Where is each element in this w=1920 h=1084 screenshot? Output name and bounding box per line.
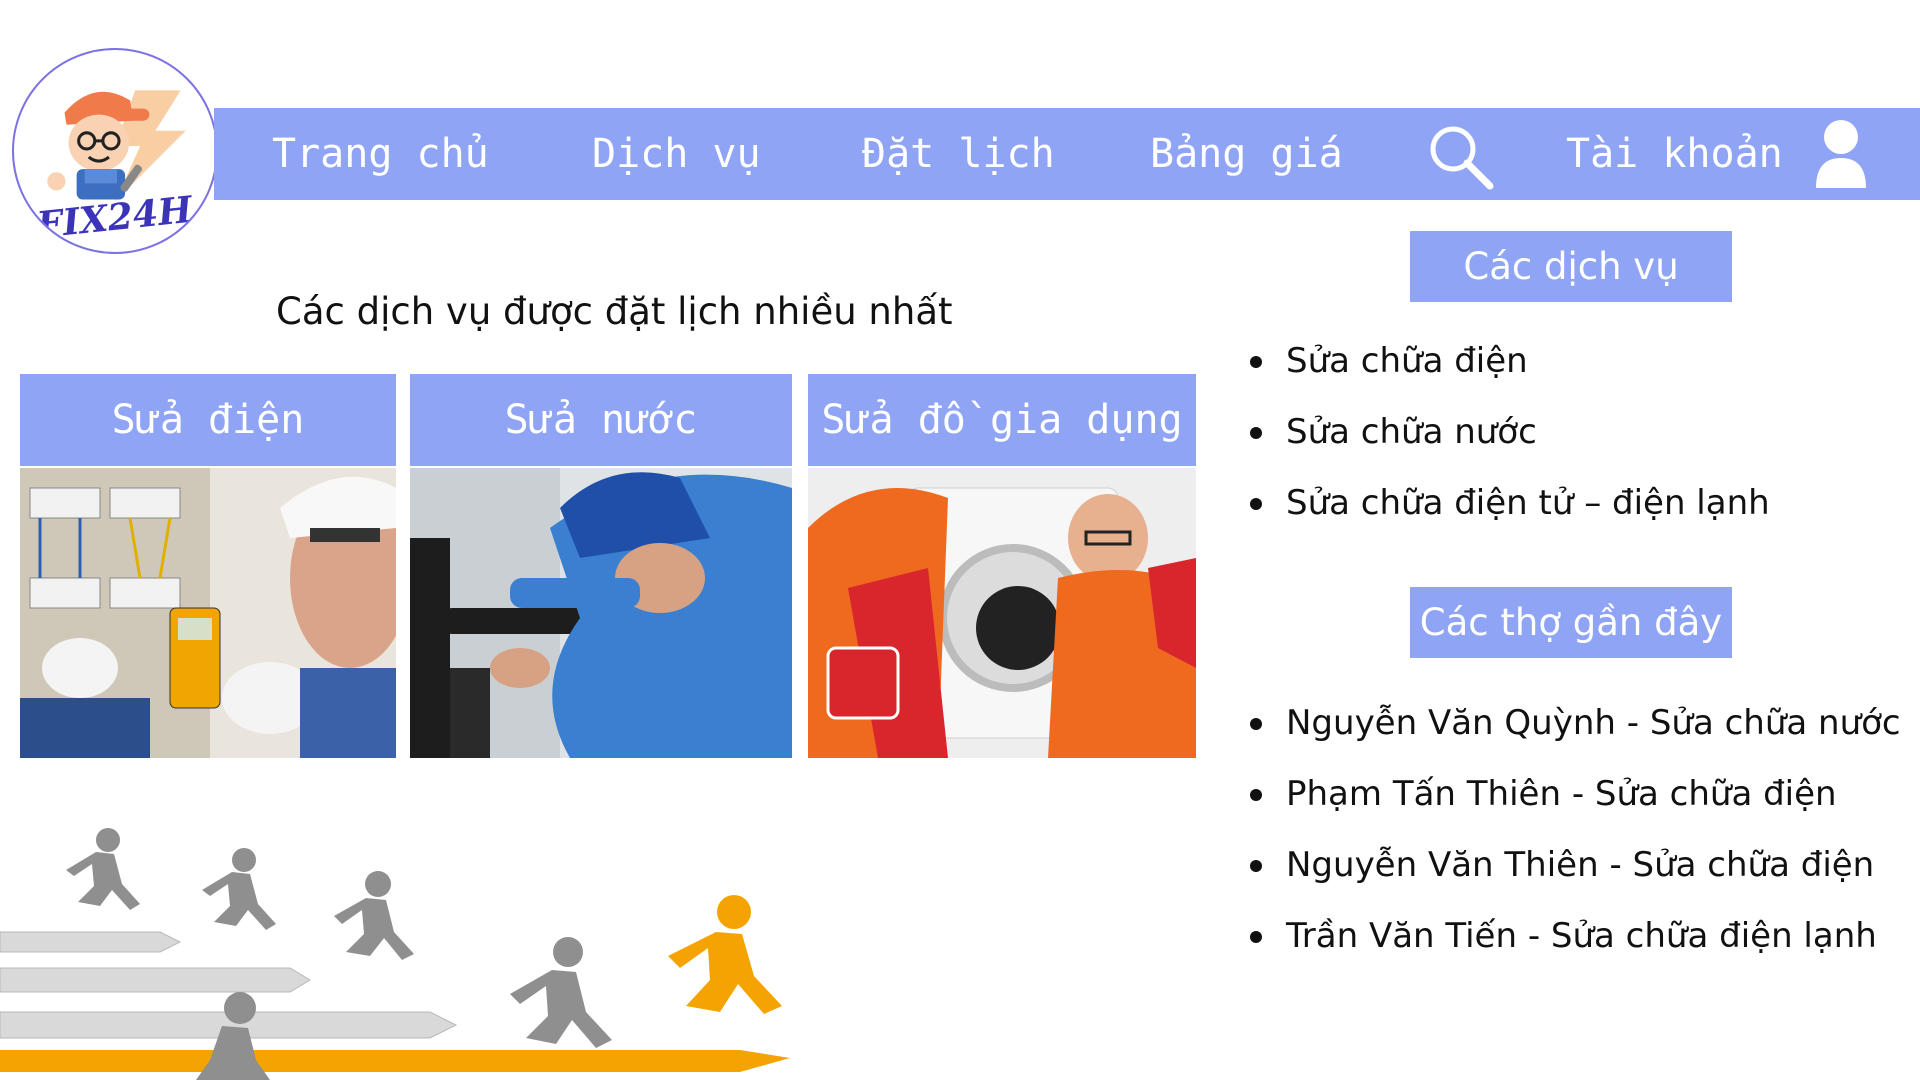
- runners-illustration: [0, 820, 800, 1080]
- fix24h-logo[interactable]: FIX24H: [12, 48, 218, 254]
- nav-services[interactable]: Dịch vụ: [592, 108, 761, 200]
- list-item[interactable]: Trần Văn Tiến - Sửa chữa điện lạnh: [1248, 909, 1901, 980]
- appliance-repair-photo: [808, 468, 1196, 758]
- list-item[interactable]: Nguyễn Văn Thiên - Sửa chữa điện: [1248, 838, 1901, 909]
- list-item[interactable]: Phạm Tấn Thiên - Sửa chữa điện: [1248, 767, 1901, 838]
- service-card-electric[interactable]: Sửa điện: [20, 374, 396, 758]
- services-list: Sửa chữa điện Sửa chữa nước Sửa chữa điệ…: [1248, 334, 1770, 547]
- recent-workers-heading: Các thợ gần đây: [1410, 587, 1732, 658]
- nav-pricing[interactable]: Bảng giá: [1150, 108, 1343, 200]
- service-card-water[interactable]: Sửa nước: [410, 374, 792, 758]
- top-navbar: Trang chủ Dịch vụ Đặt lịch Bảng giá Tài …: [214, 108, 1920, 200]
- search-icon[interactable]: [1426, 122, 1496, 192]
- user-icon[interactable]: [1812, 118, 1870, 190]
- electrician-photo: [20, 468, 396, 758]
- plumber-photo: [410, 468, 792, 758]
- list-item[interactable]: Sửa chữa nước: [1248, 405, 1770, 476]
- card-label: Sửa nước: [410, 374, 792, 466]
- list-item[interactable]: Sửa chữa điện tử – điện lạnh: [1248, 476, 1770, 547]
- recent-workers-list: Nguyễn Văn Quỳnh - Sửa chữa nước Phạm Tấ…: [1248, 696, 1901, 980]
- services-heading: Các dịch vụ: [1410, 231, 1732, 302]
- service-card-appliance[interactable]: Sửa đồ gia dụng: [808, 374, 1196, 758]
- list-item[interactable]: Sửa chữa điện: [1248, 334, 1770, 405]
- card-label: Sửa đồ gia dụng: [808, 374, 1196, 466]
- nav-home[interactable]: Trang chủ: [272, 108, 489, 200]
- logo-mascot-icon: FIX24H: [34, 90, 196, 247]
- popular-services-title: Các dịch vụ được đặt lịch nhiều nhất: [276, 290, 953, 333]
- nav-account[interactable]: Tài khoản: [1566, 108, 1783, 200]
- logo-text: FIX24H: [34, 188, 196, 247]
- list-item[interactable]: Nguyễn Văn Quỳnh - Sửa chữa nước: [1248, 696, 1901, 767]
- card-label: Sửa điện: [20, 374, 396, 466]
- nav-booking[interactable]: Đặt lịch: [862, 108, 1055, 200]
